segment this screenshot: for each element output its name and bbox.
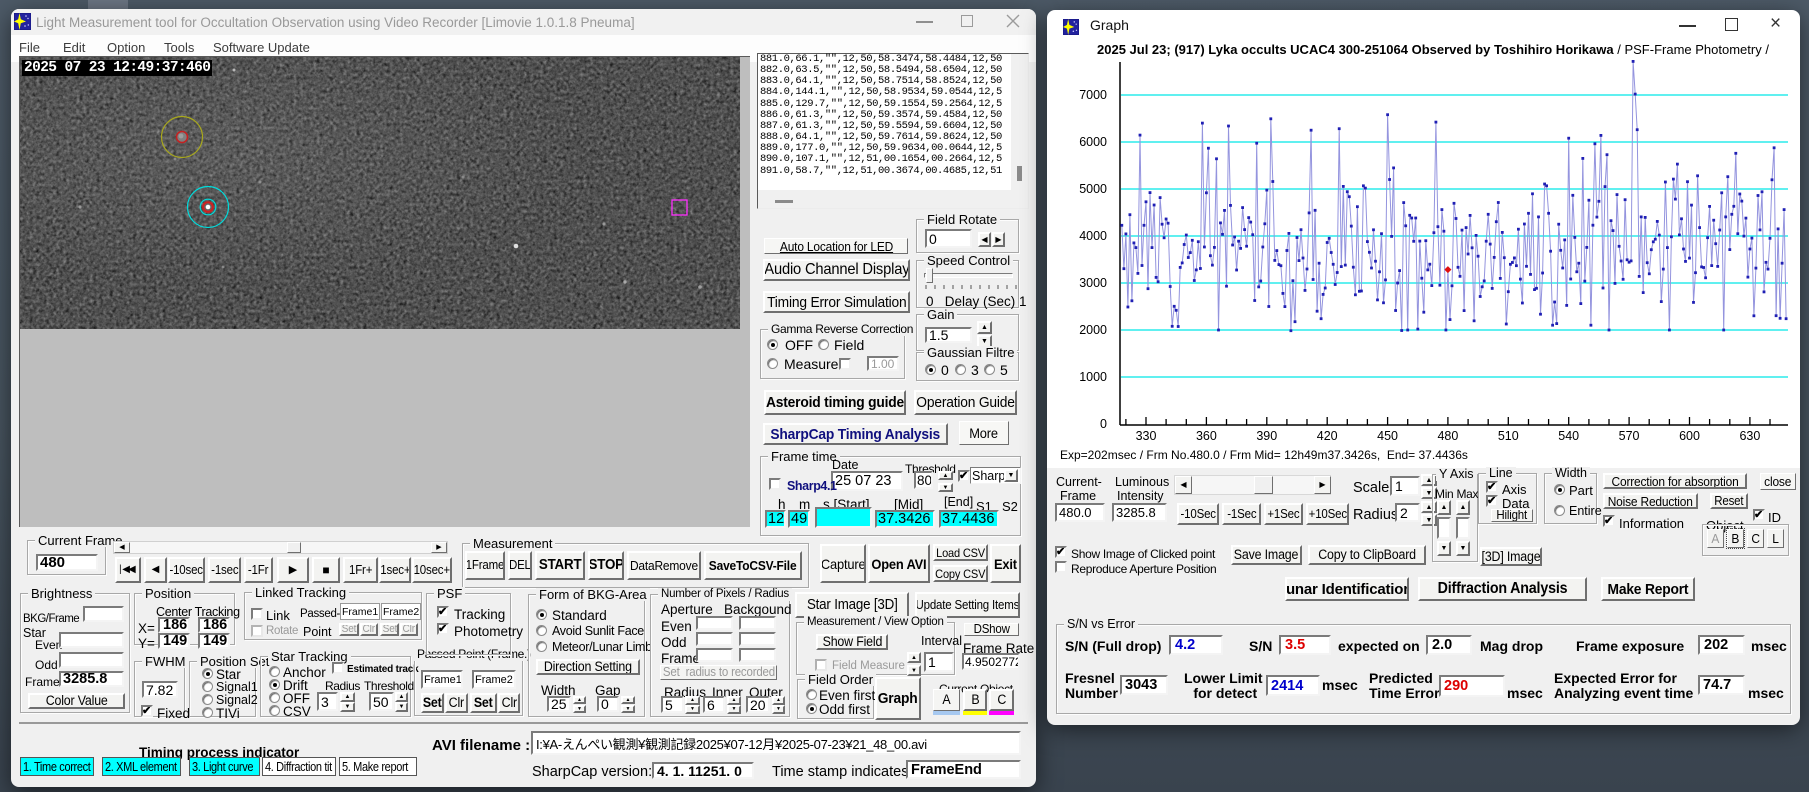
svg-text:570: 570 (1619, 429, 1640, 443)
svg-text:4000: 4000 (1079, 229, 1107, 243)
svg-text:3000: 3000 (1079, 276, 1107, 290)
svg-text:510: 510 (1498, 429, 1519, 443)
svg-text:420: 420 (1317, 429, 1338, 443)
svg-text:450: 450 (1377, 429, 1398, 443)
svg-text:540: 540 (1558, 429, 1579, 443)
svg-text:330: 330 (1136, 429, 1157, 443)
svg-text:480: 480 (1437, 429, 1458, 443)
svg-text:630: 630 (1739, 429, 1760, 443)
svg-text:6000: 6000 (1079, 135, 1107, 149)
svg-text:390: 390 (1256, 429, 1277, 443)
svg-text:0: 0 (1100, 417, 1107, 431)
svg-text:600: 600 (1679, 429, 1700, 443)
svg-text:2000: 2000 (1079, 323, 1107, 337)
svg-text:1000: 1000 (1079, 370, 1107, 384)
svg-text:5000: 5000 (1079, 182, 1107, 196)
svg-text:360: 360 (1196, 429, 1217, 443)
svg-text:7000: 7000 (1079, 88, 1107, 102)
